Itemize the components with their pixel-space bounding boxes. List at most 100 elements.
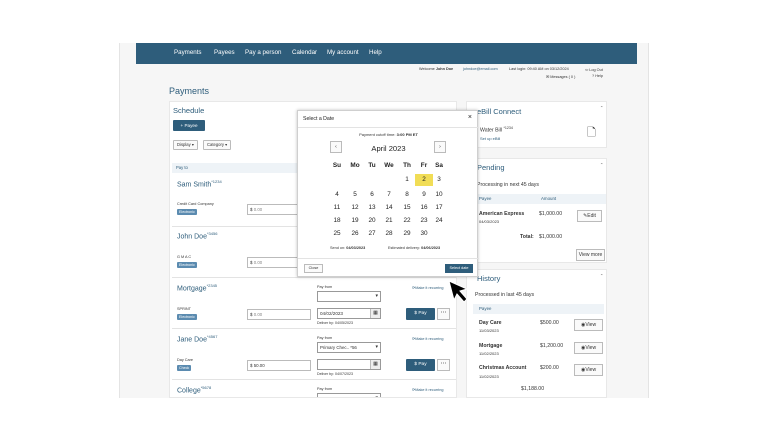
collapse-icon[interactable]: ⌃ [600,105,603,110]
more-options-button[interactable]: ⋯ [437,308,450,320]
calendar-day[interactable]: 19 [346,215,364,226]
nav-payments[interactable]: Payments [174,49,202,56]
mouse-cursor-icon [448,280,469,303]
pending-panel: Pending ⌃ Processing in next 45 days Pay… [466,158,607,263]
calendar-day[interactable]: 15 [398,202,416,213]
calendar-day[interactable]: 4 [328,189,346,200]
calendar-day[interactable]: 7 [380,189,398,200]
calendar-icon[interactable]: ▦ [370,309,380,318]
calendar-day[interactable]: 3 [430,174,448,185]
view-button[interactable]: ◉View [574,319,603,331]
history-amount: $200.00 [540,365,559,371]
calendar-day[interactable]: 12 [346,202,364,213]
view-button[interactable]: ◉View [574,364,603,376]
pay-button[interactable]: $ Pay [406,359,435,371]
payee-name-john-doe[interactable]: John Doe*3456 [177,231,217,240]
nav-my-account[interactable]: My account [327,49,359,56]
calendar-day[interactable]: 13 [363,202,381,213]
send-date-input[interactable]: 04/02/2023 ▦ [317,308,381,319]
calendar-day[interactable]: 24 [430,215,448,226]
collapse-icon[interactable]: ⌃ [600,273,603,278]
payee-name-college[interactable]: College*5678 [177,385,211,394]
payee-category: Credit Card Company [177,202,214,206]
add-payee-button[interactable]: + Payee [173,120,205,131]
calendar-day[interactable]: 1 [398,174,416,185]
history-header: Payee [473,304,604,314]
view-more-button[interactable]: View more [576,249,605,261]
history-date: 11/02/2023 [479,351,499,356]
calendar-day[interactable]: 27 [363,228,381,239]
calendar-day[interactable]: 20 [363,215,381,226]
calendar-day[interactable]: 10 [430,189,448,200]
payment-type-badge: Electronic [177,209,197,215]
pending-header: Payee Amount [473,194,606,204]
calendar-day[interactable]: 11 [328,202,346,213]
make-recurring-link[interactable]: ⟳Make it recurring [412,387,443,392]
payee-name-mortgage[interactable]: Mortgage*2345 [177,283,217,292]
payment-type-badge: Electronic [177,262,197,268]
ebill-panel: eBill Connect ⌃ Water Bill *1234 Set up … [466,101,607,148]
select-date-button[interactable]: Select date [445,264,473,273]
month-title: April 2023 [371,144,406,153]
calendar-day[interactable]: 29 [398,228,416,239]
payee-category: SPRINT [177,307,191,311]
calendar-day[interactable]: 5 [346,189,364,200]
calendar-day[interactable]: 26 [346,228,364,239]
pending-processing: Processing in next 45 days [477,182,539,188]
calendar-day[interactable]: 18 [328,215,346,226]
pay-from-select[interactable]: Primary Chec.. *56 [317,342,381,353]
amount-input[interactable]: $ 0.00 [247,309,311,320]
pending-total: $1,000.00 [539,234,563,240]
edit-button[interactable]: ✎Edit [577,210,602,222]
category-dropdown[interactable]: Category ▾ [203,140,232,150]
pay-from-select[interactable] [317,393,381,397]
calendar-day[interactable]: 8 [398,189,416,200]
payee-category: Day Care [177,358,194,362]
display-dropdown[interactable]: Display ▾ [173,140,198,150]
calendar-day[interactable]: 14 [380,202,398,213]
payee-name-sam-smith[interactable]: Sam Smith*1234 [177,179,222,188]
nav-payees[interactable]: Payees [214,49,235,56]
history-payee: Day Care [479,320,502,326]
pay-from-select[interactable] [317,291,381,302]
payment-type-badge: Check [177,365,192,371]
pending-title: Pending [477,163,505,172]
document-icon: 🗋 [587,127,596,139]
make-recurring-link[interactable]: ⟳Make it recurring [412,336,443,341]
help-icon: ? [592,74,595,78]
setup-ebill-link[interactable]: Set up eBill [480,136,500,141]
logout-link[interactable]: ⇦ Log Out [585,67,603,72]
history-title: History [477,274,501,283]
logout-icon: ⇦ [585,68,589,72]
row-divider [172,379,456,380]
messages-link[interactable]: ✉ Messages ( 0 ) [546,74,575,79]
amount-input[interactable]: $ 50.00 [247,360,311,371]
help-link[interactable]: ? Help [592,74,603,78]
calendar-day[interactable]: 6 [363,189,381,200]
pending-payee: American Express [479,211,525,217]
nav-pay-a-person[interactable]: Pay a person [245,49,281,56]
calendar-day[interactable]: 17 [430,202,448,213]
calendar-day[interactable]: 30 [415,228,433,239]
make-recurring-link[interactable]: ⟳Make it recurring [412,285,443,290]
close-icon[interactable]: × [468,114,472,121]
close-button[interactable]: Close [304,264,323,273]
calendar-day[interactable]: 22 [398,215,416,226]
pay-button[interactable]: $ Pay [406,308,435,320]
nav-calendar[interactable]: Calendar [292,49,317,56]
user-email-link[interactable]: johndoe@email.com [463,67,498,71]
calendar-day[interactable]: 28 [380,228,398,239]
collapse-icon[interactable]: ⌃ [600,162,603,167]
ebill-water[interactable]: Water Bill *1234 [480,126,513,134]
calendar-day[interactable]: 25 [328,228,346,239]
calendar-day[interactable]: 21 [380,215,398,226]
nav-help[interactable]: Help [369,49,382,56]
payee-name-jane-doe[interactable]: Jane Doe*4567 [177,334,217,343]
ebill-title: eBill Connect [477,107,522,116]
more-options-button[interactable]: ⋯ [437,359,450,371]
send-date-input[interactable]: ▦ [317,359,381,370]
calendar-icon[interactable]: ▦ [370,360,380,369]
date-picker-dialog: Select a Date × Payment cutoff time: 3:0… [297,110,479,277]
view-button[interactable]: ◉View [574,342,603,354]
divider [298,258,479,259]
